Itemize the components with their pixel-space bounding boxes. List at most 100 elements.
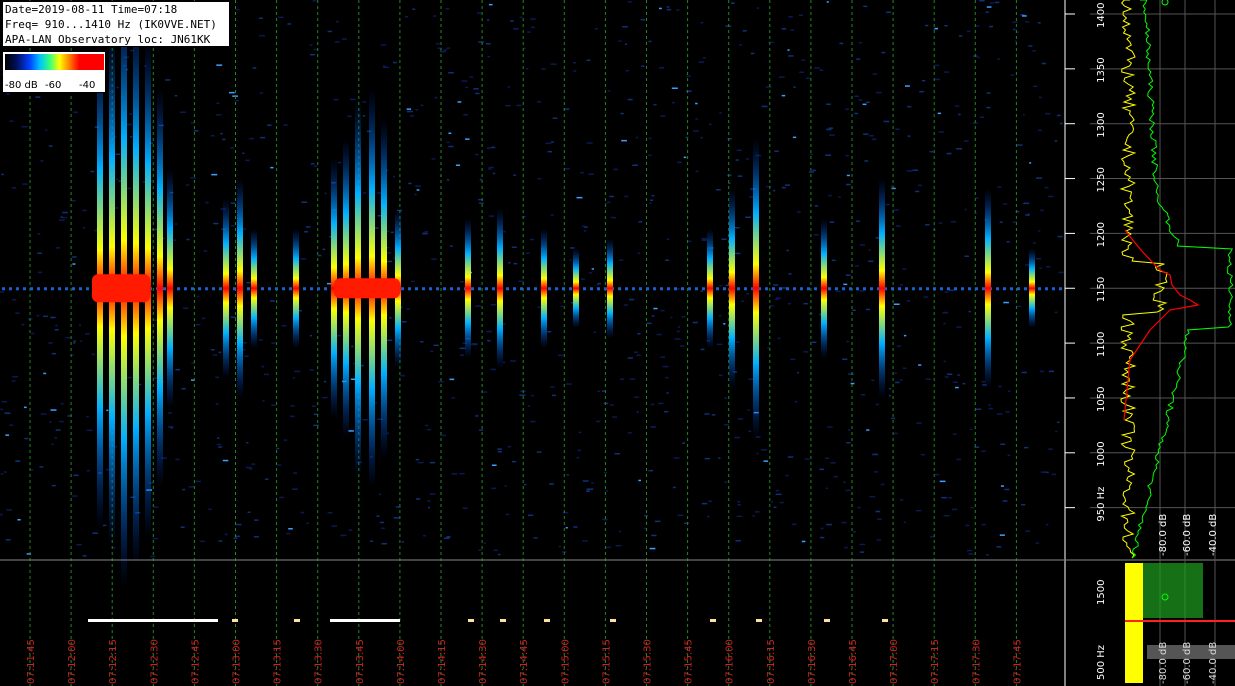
carrier-dot (919, 287, 922, 291)
time-tick-label: 07:15:00 (560, 639, 571, 684)
noise-speck (775, 493, 782, 496)
carrier-dot (506, 287, 509, 291)
noise-speck (475, 92, 480, 95)
noise-speck (954, 105, 960, 107)
noise-speck (659, 67, 665, 69)
noise-speck (174, 223, 177, 225)
noise-speck (1055, 430, 1058, 433)
noise-speck (465, 138, 470, 140)
noise-speck (844, 546, 848, 549)
noise-speck (537, 101, 542, 103)
noise-speck (62, 211, 68, 214)
noise-speck (40, 413, 47, 415)
noise-speck (683, 156, 687, 159)
noise-speck (578, 431, 582, 434)
noise-speck (17, 519, 21, 521)
noise-speck (197, 295, 200, 298)
noise-speck (45, 129, 48, 131)
noise-speck (86, 415, 89, 418)
freq-tick-label-lower: 1500 (1096, 580, 1107, 605)
noise-speck (922, 79, 926, 82)
noise-speck (431, 158, 436, 160)
noise-speck (877, 518, 882, 520)
noise-speck (907, 135, 911, 137)
carrier-dot (828, 287, 831, 291)
noise-speck (59, 420, 64, 423)
lower-trace (88, 619, 218, 622)
noise-speck (230, 147, 235, 149)
noise-speck (776, 297, 782, 299)
meteor-streak (753, 138, 759, 439)
noise-speck (173, 239, 177, 241)
noise-speck (22, 183, 28, 185)
noise-speck (737, 175, 743, 177)
noise-speck (937, 112, 941, 115)
lower-trace (468, 619, 474, 622)
noise-speck (627, 432, 632, 434)
noise-speck (1025, 214, 1030, 216)
noise-speck (236, 523, 242, 526)
spectrum-db-label-lower: -60.0 dB (1182, 642, 1193, 684)
noise-speck (863, 133, 869, 135)
noise-speck (82, 227, 85, 229)
noise-speck (956, 326, 962, 328)
noise-speck (324, 192, 327, 195)
noise-speck (737, 418, 744, 420)
noise-speck (1032, 50, 1036, 52)
lower-trace (756, 619, 762, 622)
noise-speck (962, 382, 966, 385)
noise-speck (278, 16, 284, 19)
noise-speck (82, 209, 87, 212)
noise-speck (623, 304, 629, 306)
noise-speck (1023, 202, 1030, 205)
noise-speck (715, 189, 721, 191)
noise-speck (545, 142, 552, 145)
noise-speck (920, 453, 926, 456)
carrier-dot (527, 287, 530, 291)
noise-speck (312, 405, 317, 407)
carrier-dot (849, 287, 852, 291)
noise-speck (507, 86, 511, 88)
noise-speck (220, 132, 223, 135)
time-tick-label: 07:12:15 (108, 639, 119, 684)
noise-speck (967, 549, 972, 552)
noise-speck (35, 96, 41, 98)
noise-speck (488, 3, 493, 6)
noise-speck (788, 273, 792, 275)
noise-speck (723, 323, 726, 325)
noise-speck (190, 177, 196, 179)
noise-speck (651, 534, 657, 537)
noise-speck (900, 284, 903, 286)
noise-speck (854, 95, 859, 97)
noise-speck (115, 153, 121, 155)
noise-speck (981, 380, 986, 383)
meteor-streak (223, 198, 229, 379)
noise-speck (491, 487, 497, 490)
noise-speck (986, 92, 991, 94)
carrier-dot (583, 287, 586, 291)
noise-speck (362, 115, 366, 117)
carrier-dot (737, 287, 740, 291)
noise-speck (242, 342, 248, 344)
noise-speck (349, 98, 356, 101)
noise-speck (896, 345, 901, 347)
noise-speck (636, 411, 639, 413)
noise-speck (478, 41, 484, 43)
lower-trace (882, 619, 888, 622)
noise-speck (48, 145, 53, 147)
lower-trace (824, 619, 830, 622)
noise-speck (258, 17, 263, 19)
noise-speck (1041, 62, 1046, 65)
meteor-streak (157, 88, 163, 489)
noise-speck (763, 460, 769, 462)
noise-speck (607, 90, 611, 92)
noise-speck (560, 305, 564, 308)
noise-speck (1032, 242, 1036, 244)
carrier-dot (814, 287, 817, 291)
noise-speck (65, 336, 71, 339)
noise-speck (536, 451, 542, 453)
noise-speck (254, 536, 259, 538)
noise-speck (21, 126, 28, 128)
noise-speck (868, 249, 871, 251)
noise-speck (492, 464, 497, 466)
